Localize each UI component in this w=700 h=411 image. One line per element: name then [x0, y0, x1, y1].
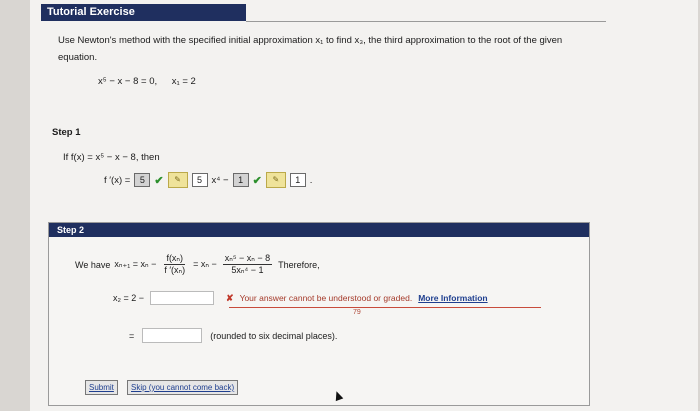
- formula-equals: = xₙ −: [193, 259, 217, 269]
- title-divider: [246, 21, 606, 22]
- tutorial-title: Tutorial Exercise: [41, 4, 246, 21]
- rounded-note: (rounded to six decimal places).: [210, 330, 338, 341]
- answer-box-4[interactable]: 1: [289, 173, 306, 187]
- step2-header: [49, 223, 589, 237]
- fraction-1: f(xₙ) f ′(xₙ): [162, 253, 187, 276]
- therefore-text: Therefore,: [278, 259, 320, 270]
- final-answer-input[interactable]: [142, 328, 203, 343]
- pencil-icon[interactable]: ✎: [167, 172, 188, 188]
- equation-line: x⁵ − x − 8 = 0, x₁ = 2: [98, 76, 208, 87]
- skip-button[interactable]: Skip (you cannot come back): [127, 380, 239, 395]
- x2-label: x₂ = 2 −: [113, 293, 145, 303]
- period: .: [309, 174, 313, 186]
- formula-lhs: xₙ₊₁ = xₙ −: [114, 259, 157, 269]
- newton-formula: We have xₙ₊₁ = xₙ − f(xₙ) f ′(xₙ) = xₙ −…: [75, 253, 320, 276]
- feedback-number: 79: [353, 309, 361, 316]
- answer-box-2[interactable]: 5: [191, 173, 208, 187]
- answer-box-3[interactable]: 1: [232, 173, 249, 187]
- answer-box-1[interactable]: 5: [134, 173, 151, 187]
- equals-sign: =: [129, 330, 135, 341]
- we-have-text: We have: [75, 259, 111, 270]
- final-answer-row: = (rounded to six decimal places).: [129, 328, 337, 343]
- derivative-row: f ′(x) = 5 ✔ ✎ 5 x⁴ − 1 ✔ ✎ 1 .: [104, 172, 312, 188]
- step2-label: Step 2: [57, 225, 85, 235]
- x2-answer-input[interactable]: [150, 291, 215, 305]
- step1-label: Step 1: [52, 127, 81, 138]
- check-icon: ✔: [154, 174, 164, 187]
- fraction-1-denominator: f ′(xₙ): [164, 265, 186, 275]
- equation: x⁵ − x − 8 = 0,: [98, 76, 158, 87]
- wrong-icon: ✘: [226, 292, 234, 303]
- fraction-2: xₙ⁵ − xₙ − 8 5xₙ⁴ − 1: [222, 253, 273, 276]
- initial-approximation: x₁ = 2: [171, 76, 196, 87]
- check-icon: ✔: [252, 174, 262, 187]
- x2-row: x₂ = 2 − ✘ Your answer cannot be underst…: [113, 291, 488, 305]
- derivative-prefix: f ′(x) =: [104, 174, 131, 186]
- fraction-2-denominator: 5xₙ⁴ − 1: [231, 265, 264, 275]
- step1-text: If f(x) = x⁵ − x − 8, then: [63, 152, 160, 163]
- feedback-underline: [229, 307, 541, 308]
- pencil-icon[interactable]: ✎: [265, 172, 286, 188]
- feedback-message: Your answer cannot be understood or grad…: [239, 293, 413, 303]
- fraction-2-numerator: xₙ⁵ − xₙ − 8: [222, 253, 273, 265]
- power-term: x⁴ −: [211, 174, 229, 186]
- more-information-link[interactable]: More Information: [418, 293, 487, 303]
- fraction-1-numerator: f(xₙ): [164, 253, 186, 265]
- submit-button[interactable]: Submit: [85, 380, 118, 395]
- problem-statement: Use Newton's method with the specified i…: [58, 35, 563, 63]
- step2-panel: Step 2 We have xₙ₊₁ = xₙ − f(xₙ) f ′(xₙ)…: [48, 222, 590, 406]
